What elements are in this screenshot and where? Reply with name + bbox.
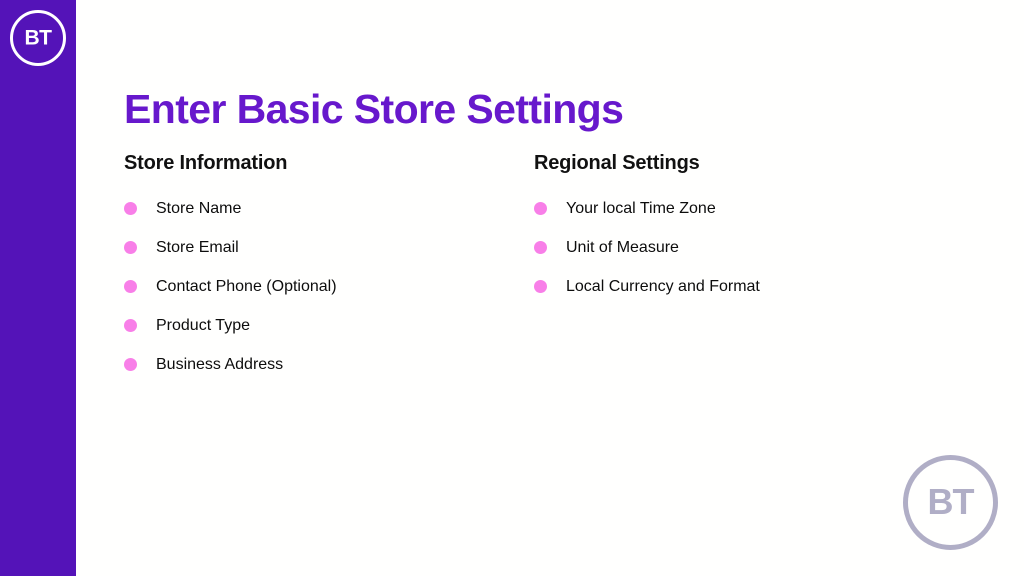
list-item-label: Business Address [156,355,284,373]
list-item: Unit of Measure [534,228,934,267]
left-sidebar-band: BT [0,0,76,576]
slide-canvas: BT Enter Basic Store Settings Store Info… [0,0,1024,576]
list-item: Local Currency and Format [534,267,934,306]
bt-circle-watermark-icon: BT [903,455,998,550]
list-item: Your local Time Zone [534,189,934,228]
bullet-list-store-information: Store Name Store Email Contact Phone (Op… [124,189,504,384]
column-store-information: Store Information Store Name Store Email… [124,151,504,384]
bullet-dot-icon [534,202,547,215]
watermark-label: BT [927,480,975,522]
list-item-label: Product Type [156,316,250,334]
list-item: Store Name [124,189,504,228]
bullet-list-regional-settings: Your local Time Zone Unit of Measure Loc… [534,189,934,306]
bullet-dot-icon [534,241,547,254]
page-title: Enter Basic Store Settings [124,86,624,133]
list-item: Contact Phone (Optional) [124,267,504,306]
list-item-label: Unit of Measure [566,238,679,256]
bullet-dot-icon [124,280,137,293]
brand-logo-label: BT [24,26,53,49]
bullet-dot-icon [534,280,547,293]
bt-circle-logo-icon: BT [10,10,66,66]
column-regional-settings: Regional Settings Your local Time Zone U… [534,151,934,306]
list-item-label: Store Email [156,238,239,256]
column-heading-store-information: Store Information [124,152,288,174]
bullet-dot-icon [124,319,137,332]
list-item: Business Address [124,345,504,384]
list-item-label: Your local Time Zone [566,199,716,217]
list-item: Product Type [124,306,504,345]
bullet-dot-icon [124,358,137,371]
list-item-label: Store Name [156,199,242,217]
bullet-dot-icon [124,241,137,254]
list-item-label: Local Currency and Format [566,277,760,295]
bullet-dot-icon [124,202,137,215]
list-item: Store Email [124,228,504,267]
column-heading-regional-settings: Regional Settings [534,152,700,174]
list-item-label: Contact Phone (Optional) [156,277,337,295]
